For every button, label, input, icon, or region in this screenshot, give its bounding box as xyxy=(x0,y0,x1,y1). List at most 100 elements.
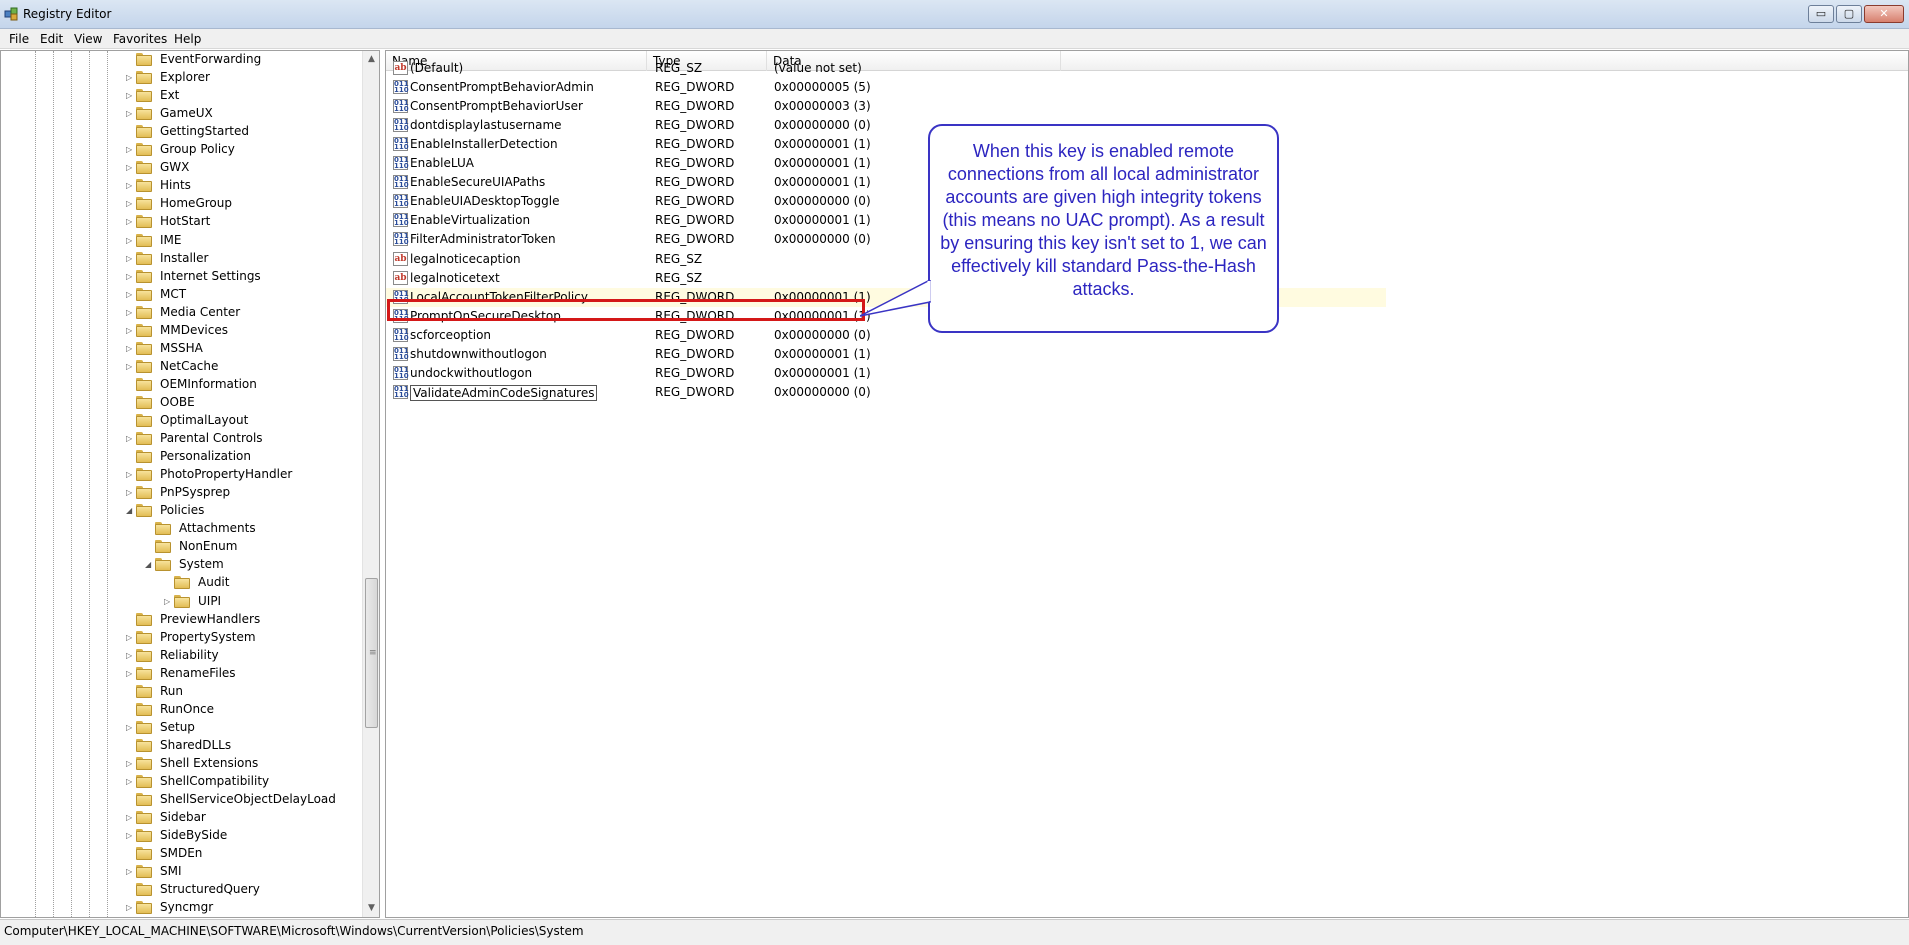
expanded-triangle-icon[interactable]: ◢ xyxy=(145,561,152,569)
tree-item[interactable]: ▷ Installer xyxy=(1,250,361,268)
tree-item[interactable]: ▷ Internet Settings xyxy=(1,268,361,286)
tree-item[interactable]: ▷ ShellCompatibility xyxy=(1,773,361,791)
tree-item[interactable]: ▷ GameUX xyxy=(1,105,361,123)
tree-item[interactable]: ▷ Shell Extensions xyxy=(1,755,361,773)
tree-item[interactable]: ▷ MCT xyxy=(1,286,361,304)
scroll-up-arrow-icon[interactable]: ▲ xyxy=(363,51,379,68)
collapsed-triangle-icon[interactable]: ▷ xyxy=(126,254,133,263)
collapsed-triangle-icon[interactable]: ▷ xyxy=(126,832,133,840)
collapsed-triangle-icon[interactable]: ▷ xyxy=(126,218,133,226)
tree-item[interactable]: ShellServiceObjectDelayLoad xyxy=(1,791,361,809)
collapsed-triangle-icon[interactable]: ▷ xyxy=(126,759,133,768)
collapsed-triangle-icon[interactable]: ▷ xyxy=(126,146,133,154)
tree-item[interactable]: ▷ Parental Controls xyxy=(1,430,361,448)
collapsed-triangle-icon[interactable]: ▷ xyxy=(126,489,133,497)
tree-item[interactable]: RunOnce xyxy=(1,701,361,719)
tree-item[interactable]: Attachments xyxy=(1,520,361,538)
collapsed-triangle-icon[interactable]: ▷ xyxy=(126,182,133,190)
collapsed-triangle-icon[interactable]: ▷ xyxy=(126,471,133,479)
tree-item[interactable]: NonEnum xyxy=(1,538,361,556)
tree-item[interactable]: ▷ HomeGroup xyxy=(1,195,361,213)
tree-item[interactable]: Run xyxy=(1,683,361,701)
tree-item[interactable]: ▷ Group Policy xyxy=(1,141,361,159)
tree-item[interactable]: ◢ System xyxy=(1,556,361,574)
maximize-button[interactable]: ▢ xyxy=(1836,5,1862,23)
menu-edit[interactable]: Edit xyxy=(40,32,63,46)
collapsed-triangle-icon[interactable]: ▷ xyxy=(126,236,133,245)
collapsed-triangle-icon[interactable]: ▷ xyxy=(126,651,133,660)
scroll-thumb[interactable]: ≡ xyxy=(365,578,378,728)
tree-item[interactable]: ▷ PropertySystem xyxy=(1,629,361,647)
collapsed-triangle-icon[interactable]: ▷ xyxy=(126,290,133,299)
tree-item[interactable]: ▷ SMI xyxy=(1,863,361,881)
list-row[interactable]: 011 110 undockwithoutlogon REG_DWORD 0x0000… xyxy=(386,364,1386,383)
collapsed-triangle-icon[interactable]: ▷ xyxy=(126,200,133,208)
collapsed-triangle-icon[interactable]: ▷ xyxy=(126,435,133,443)
collapsed-triangle-icon[interactable]: ▷ xyxy=(126,308,133,317)
list-row[interactable]: 011 110 ValidateAdminCodeSignatures REG_DW… xyxy=(386,383,1386,402)
tree-item[interactable]: OEMInformation xyxy=(1,376,361,394)
tree-item[interactable]: StructuredQuery xyxy=(1,881,361,899)
tree-item[interactable]: Audit xyxy=(1,574,361,592)
tree-item[interactable]: ▷ IME xyxy=(1,232,361,250)
tree-item[interactable]: ▷ NetCache xyxy=(1,358,361,376)
tree-item[interactable]: ▷ HotStart xyxy=(1,213,361,231)
menu-favorites[interactable]: Favorites xyxy=(113,32,167,46)
value-name[interactable]: ValidateAdminCodeSignatures xyxy=(410,384,598,401)
tree-item[interactable]: ▷ Syncmgr xyxy=(1,899,361,917)
menu-view[interactable]: View xyxy=(74,32,102,46)
tree-item[interactable]: ▷ SideBySide xyxy=(1,827,361,845)
list-row[interactable]: 011 110 ConsentPromptBehaviorUser REG_DWOR… xyxy=(386,97,1386,116)
collapsed-triangle-icon[interactable]: ▷ xyxy=(126,110,133,118)
menu-help[interactable]: Help xyxy=(174,32,201,46)
list-row[interactable]: 011 110 ConsentPromptBehaviorAdmin REG_DWO… xyxy=(386,78,1386,97)
tree-item[interactable]: GettingStarted xyxy=(1,123,361,141)
tree-item[interactable]: ▷ PhotoPropertyHandler xyxy=(1,466,361,484)
collapsed-triangle-icon[interactable]: ▷ xyxy=(126,778,133,786)
tree-item[interactable]: ▷ MSSHA xyxy=(1,340,361,358)
close-button[interactable]: ✕ xyxy=(1864,5,1904,23)
tree-item[interactable]: SharedDLLs xyxy=(1,737,361,755)
tree-item[interactable]: ▷ RenameFiles xyxy=(1,665,361,683)
collapsed-triangle-icon[interactable]: ▷ xyxy=(126,723,133,732)
tree-item[interactable]: EventForwarding xyxy=(1,51,361,69)
tree-item[interactable]: ▷ UIPI xyxy=(1,593,361,611)
collapsed-triangle-icon[interactable]: ▷ xyxy=(126,74,133,82)
tree-item[interactable]: ▷ MMDevices xyxy=(1,322,361,340)
collapsed-triangle-icon[interactable]: ▷ xyxy=(126,92,133,100)
tree-item[interactable]: ▷ Reliability xyxy=(1,647,361,665)
tree-item[interactable]: ▷ PnPSysprep xyxy=(1,484,361,502)
tree-item[interactable]: ▷ GWX xyxy=(1,159,361,177)
scroll-down-arrow-icon[interactable]: ▼ xyxy=(363,900,379,917)
tree-scrollbar[interactable]: ▲ ≡ ▼ xyxy=(362,51,379,917)
tree-item[interactable]: ▷ Hints xyxy=(1,177,361,195)
tree-item[interactable]: ◢ Policies xyxy=(1,502,361,520)
minimize-button[interactable]: ▭ xyxy=(1808,5,1834,23)
tree-item[interactable]: OOBE xyxy=(1,394,361,412)
tree-item[interactable]: ▷ Sidebar xyxy=(1,809,361,827)
tree-item[interactable]: ▷ Explorer xyxy=(1,69,361,87)
list-row[interactable]: 011 110 shutdownwithoutlogon REG_DWORD 0x00… xyxy=(386,345,1386,364)
collapsed-triangle-icon[interactable]: ▷ xyxy=(164,597,171,606)
expanded-triangle-icon[interactable]: ◢ xyxy=(126,507,133,515)
tree-item[interactable]: ▷ Media Center xyxy=(1,304,361,322)
registry-key-tree[interactable]: EventForwarding ▷ Explorer ▷ Ext ▷ GameUX Getti… xyxy=(0,50,380,918)
collapsed-triangle-icon[interactable]: ▷ xyxy=(126,344,133,353)
tree-item[interactable]: PreviewHandlers xyxy=(1,611,361,629)
collapsed-triangle-icon[interactable]: ▷ xyxy=(126,362,133,371)
collapsed-triangle-icon[interactable]: ▷ xyxy=(126,904,133,912)
collapsed-triangle-icon[interactable]: ▷ xyxy=(126,868,133,876)
collapsed-triangle-icon[interactable]: ▷ xyxy=(126,814,133,822)
tree-item[interactable]: ▷ Ext xyxy=(1,87,361,105)
tree-item[interactable]: ▷ Setup xyxy=(1,719,361,737)
menu-file[interactable]: File xyxy=(9,32,29,46)
collapsed-triangle-icon[interactable]: ▷ xyxy=(126,164,133,172)
list-row[interactable]: ab (Default) REG_SZ (value not set) xyxy=(386,59,1386,78)
collapsed-triangle-icon[interactable]: ▷ xyxy=(126,326,133,335)
collapsed-triangle-icon[interactable]: ▷ xyxy=(126,633,133,642)
tree-item[interactable]: SMDEn xyxy=(1,845,361,863)
tree-item[interactable]: OptimalLayout xyxy=(1,412,361,430)
tree-item[interactable]: Personalization xyxy=(1,448,361,466)
collapsed-triangle-icon[interactable]: ▷ xyxy=(126,669,133,678)
collapsed-triangle-icon[interactable]: ▷ xyxy=(126,272,133,281)
